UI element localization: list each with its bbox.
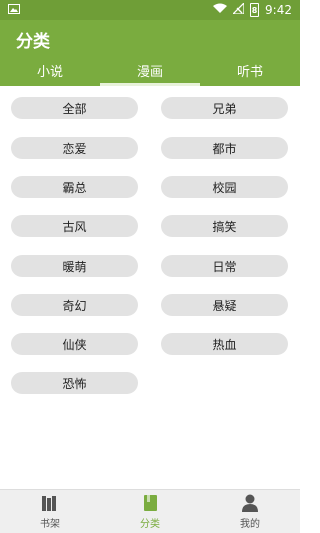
category-chip-horror[interactable]: 恐怖 <box>11 372 138 394</box>
tab-label: 听书 <box>236 64 263 80</box>
nav-label: 分类 <box>140 519 160 530</box>
page-title: 分类 <box>16 32 50 52</box>
tab-audiobook[interactable]: 听书 <box>200 54 300 86</box>
no-signal-icon <box>231 1 245 17</box>
category-chip-romance[interactable]: 恋爱 <box>11 137 138 159</box>
nav-bookshelf[interactable]: 书架 <box>0 490 100 533</box>
tab-comic[interactable]: 漫画 <box>100 54 200 86</box>
category-chip-action[interactable]: 热血 <box>161 333 288 355</box>
tab-label: 漫画 <box>136 64 163 80</box>
bottom-navigation: 书架 分类 我的 <box>0 489 300 533</box>
wifi-icon <box>213 3 228 17</box>
nav-category[interactable]: 分类 <box>100 490 200 533</box>
category-chip-comedy[interactable]: 搞笑 <box>161 215 288 237</box>
nav-label: 我的 <box>240 519 260 530</box>
category-chip-fantasy[interactable]: 奇幻 <box>11 294 138 316</box>
category-chip-cute[interactable]: 暖萌 <box>11 255 138 277</box>
category-chip-ancient[interactable]: 古风 <box>11 215 138 237</box>
gallery-notification-icon <box>8 3 20 17</box>
tab-label: 小说 <box>36 64 63 80</box>
status-time: 9:42 <box>265 3 292 17</box>
category-chip-mystery[interactable]: 悬疑 <box>161 294 288 316</box>
person-icon <box>240 493 260 513</box>
category-chip-urban[interactable]: 都市 <box>161 137 288 159</box>
app-bar: 分类 小说 漫画 听书 <box>0 20 300 86</box>
tab-novel[interactable]: 小说 <box>0 54 100 86</box>
nav-label: 书架 <box>40 519 60 530</box>
category-chip-all[interactable]: 全部 <box>11 97 138 119</box>
category-chip-daily[interactable]: 日常 <box>161 255 288 277</box>
category-book-icon <box>140 493 160 513</box>
bookshelf-icon <box>40 493 60 513</box>
category-chip-campus[interactable]: 校园 <box>161 176 288 198</box>
battery-icon: 8 <box>250 3 260 17</box>
status-bar: 8 9:42 <box>0 0 300 20</box>
nav-profile[interactable]: 我的 <box>200 490 300 533</box>
category-chip-brothers[interactable]: 兄弟 <box>161 97 288 119</box>
tab-bar: 小说 漫画 听书 <box>0 54 300 86</box>
category-chip-ceo[interactable]: 霸总 <box>11 176 138 198</box>
category-chip-xianxia[interactable]: 仙侠 <box>11 333 138 355</box>
